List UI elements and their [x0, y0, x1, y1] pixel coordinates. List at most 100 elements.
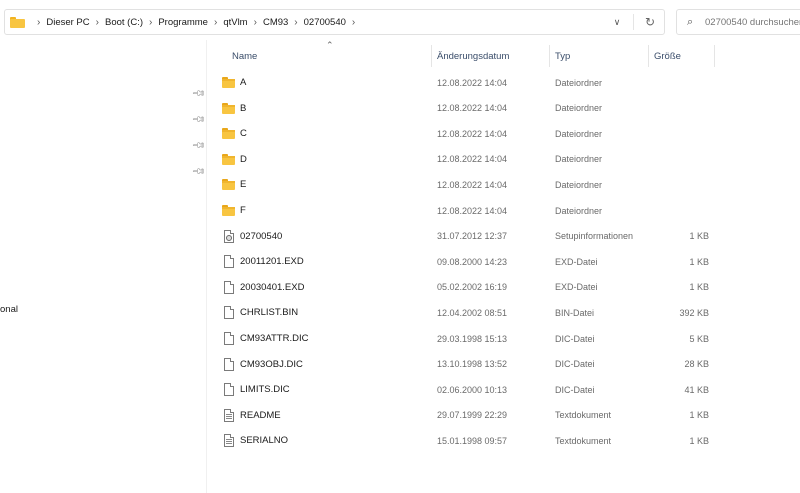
- file-date: 13.10.1998 13:52: [437, 359, 508, 370]
- chevron-down-icon[interactable]: ∨: [607, 17, 627, 28]
- breadcrumb-qtvlm[interactable]: qtVlm: [223, 17, 247, 28]
- file-type: Dateiordner: [555, 205, 603, 216]
- search-box[interactable]: ⌕: [676, 9, 800, 35]
- file-size: 41 KB: [684, 384, 709, 395]
- file-date: 12.04.2002 08:51: [437, 307, 508, 318]
- nav-item-label[interactable]: onal: [0, 304, 18, 315]
- file-date: 12.08.2022 14:04: [437, 205, 508, 216]
- file-name: D: [240, 153, 247, 165]
- file-date: 12.08.2022 14:04: [437, 77, 508, 88]
- file-type: Dateiordner: [555, 179, 603, 190]
- file-name: README: [240, 409, 281, 421]
- file-name: F: [240, 205, 246, 216]
- breadcrumb-cm93[interactable]: CM93: [263, 17, 288, 28]
- chevron-right-icon[interactable]: ›: [352, 17, 355, 28]
- file-type: DIC-Datei: [555, 384, 595, 395]
- column-header-date[interactable]: Änderungsdatum: [437, 45, 549, 67]
- table-row[interactable]: LIMITS.DIC 02.06.2000 10:13 DIC-Datei 41…: [218, 377, 718, 402]
- table-row[interactable]: CM93OBJ.DIC 13.10.1998 13:52 DIC-Datei 2…: [218, 352, 718, 377]
- file-type: Dateiordner: [555, 154, 603, 165]
- breadcrumb-boot[interactable]: Boot (C:): [105, 17, 143, 28]
- breadcrumb-programme[interactable]: Programme: [158, 17, 208, 28]
- file-type: EXD-Datei: [555, 256, 598, 267]
- table-row[interactable]: A 12.08.2022 14:04 Dateiordner: [218, 70, 718, 95]
- folder-icon: [10, 16, 25, 28]
- file-date: 02.06.2000 10:13: [437, 384, 508, 395]
- pin-icon[interactable]: 📌︎: [191, 112, 206, 128]
- table-row[interactable]: B 12.08.2022 14:04 Dateiordner: [218, 96, 718, 121]
- file-type: DIC-Datei: [555, 333, 595, 344]
- chevron-right-icon[interactable]: ›: [214, 17, 217, 28]
- file-date: 29.03.1998 15:13: [437, 333, 508, 344]
- column-divider[interactable]: [648, 45, 649, 67]
- chevron-right-icon[interactable]: ›: [294, 17, 297, 28]
- file-name: B: [240, 102, 247, 114]
- file-type: Setupinformationen: [555, 231, 634, 242]
- file-icon: [222, 280, 236, 294]
- file-date: 05.02.2002 16:19: [437, 282, 508, 293]
- search-input[interactable]: [705, 16, 800, 28]
- breadcrumb: › Dieser PC › Boot (C:) › Programme › qt…: [31, 17, 361, 28]
- table-row[interactable]: E 12.08.2022 14:04 Dateiordner: [218, 172, 718, 197]
- file-name: LIMITS.DIC: [240, 384, 290, 396]
- file-type: Dateiordner: [555, 128, 603, 139]
- file-name: SERIALNO: [240, 435, 289, 447]
- file-date: 15.01.1998 09:57: [437, 435, 508, 446]
- column-header-size[interactable]: Größe: [654, 45, 714, 67]
- file-name: CM93OBJ.DIC: [240, 358, 303, 370]
- text-file-icon: [222, 434, 236, 448]
- table-row[interactable]: C 12.08.2022 14:04 Dateiordner: [218, 121, 718, 146]
- file-date: 29.07.1999 22:29: [437, 410, 508, 421]
- table-row[interactable]: CHRLIST.BIN 12.04.2002 08:51 BIN-Datei 3…: [218, 300, 718, 325]
- file-size: 28 KB: [684, 359, 709, 370]
- file-icon: [222, 306, 236, 320]
- file-type: EXD-Datei: [555, 282, 598, 293]
- file-name: E: [240, 179, 247, 191]
- folder-icon: [222, 153, 236, 166]
- file-size: 1 KB: [689, 435, 709, 446]
- file-size: 1 KB: [689, 282, 709, 293]
- file-size: 1 KB: [689, 231, 709, 242]
- pin-icon[interactable]: 📌︎: [191, 138, 206, 154]
- file-date: 12.08.2022 14:04: [437, 128, 508, 139]
- table-row[interactable]: 20011201.EXD 09.08.2000 14:23 EXD-Datei …: [218, 249, 718, 274]
- file-date: 12.08.2022 14:04: [437, 154, 508, 165]
- breadcrumb-dieser-pc[interactable]: Dieser PC: [46, 17, 89, 28]
- chevron-right-icon[interactable]: ›: [149, 17, 152, 28]
- column-header-type[interactable]: Typ: [555, 45, 648, 67]
- column-divider[interactable]: [549, 45, 550, 67]
- table-row[interactable]: 20030401.EXD 05.02.2002 16:19 EXD-Datei …: [218, 275, 718, 300]
- pin-icon[interactable]: 📌︎: [191, 164, 206, 180]
- text-file-icon: [222, 408, 236, 422]
- refresh-icon[interactable]: ↻: [640, 15, 660, 29]
- address-divider: [633, 14, 634, 30]
- file-date: 12.08.2022 14:04: [437, 179, 508, 190]
- table-row[interactable]: F 12.08.2022 14:04 Dateiordner: [218, 198, 718, 223]
- file-icon: [222, 357, 236, 371]
- file-name: 20011201.EXD: [240, 256, 304, 268]
- folder-icon: [222, 204, 236, 217]
- address-bar[interactable]: › Dieser PC › Boot (C:) › Programme › qt…: [4, 9, 665, 35]
- file-type: Textdokument: [555, 435, 612, 446]
- pin-icon[interactable]: 📌︎: [191, 86, 206, 102]
- file-name: A: [240, 77, 247, 88]
- column-divider[interactable]: [431, 45, 432, 67]
- table-row[interactable]: 02700540 31.07.2012 12:37 Setupinformati…: [218, 224, 718, 249]
- navigation-pane: 📌︎ 📌︎ 📌︎ 📌︎ onal: [0, 40, 207, 493]
- table-row[interactable]: SERIALNO 15.01.1998 09:57 Textdokument 1…: [218, 428, 718, 453]
- file-name: CHRLIST.BIN: [240, 307, 299, 319]
- chevron-right-icon[interactable]: ›: [37, 17, 40, 28]
- table-row[interactable]: README 29.07.1999 22:29 Textdokument 1 K…: [218, 403, 718, 428]
- chevron-right-icon[interactable]: ›: [96, 17, 99, 28]
- table-row[interactable]: CM93ATTR.DIC 29.03.1998 15:13 DIC-Datei …: [218, 326, 718, 351]
- chevron-right-icon[interactable]: ›: [254, 17, 257, 28]
- column-divider[interactable]: [714, 45, 715, 67]
- file-type: DIC-Datei: [555, 359, 595, 370]
- column-header-name[interactable]: Name: [232, 45, 430, 67]
- table-row[interactable]: D 12.08.2022 14:04 Dateiordner: [218, 147, 718, 172]
- file-type: Textdokument: [555, 410, 612, 421]
- file-name: CM93ATTR.DIC: [240, 333, 309, 344]
- file-type: Dateiordner: [555, 77, 603, 88]
- file-name: 02700540: [240, 230, 283, 242]
- breadcrumb-02700540[interactable]: 02700540: [304, 17, 346, 28]
